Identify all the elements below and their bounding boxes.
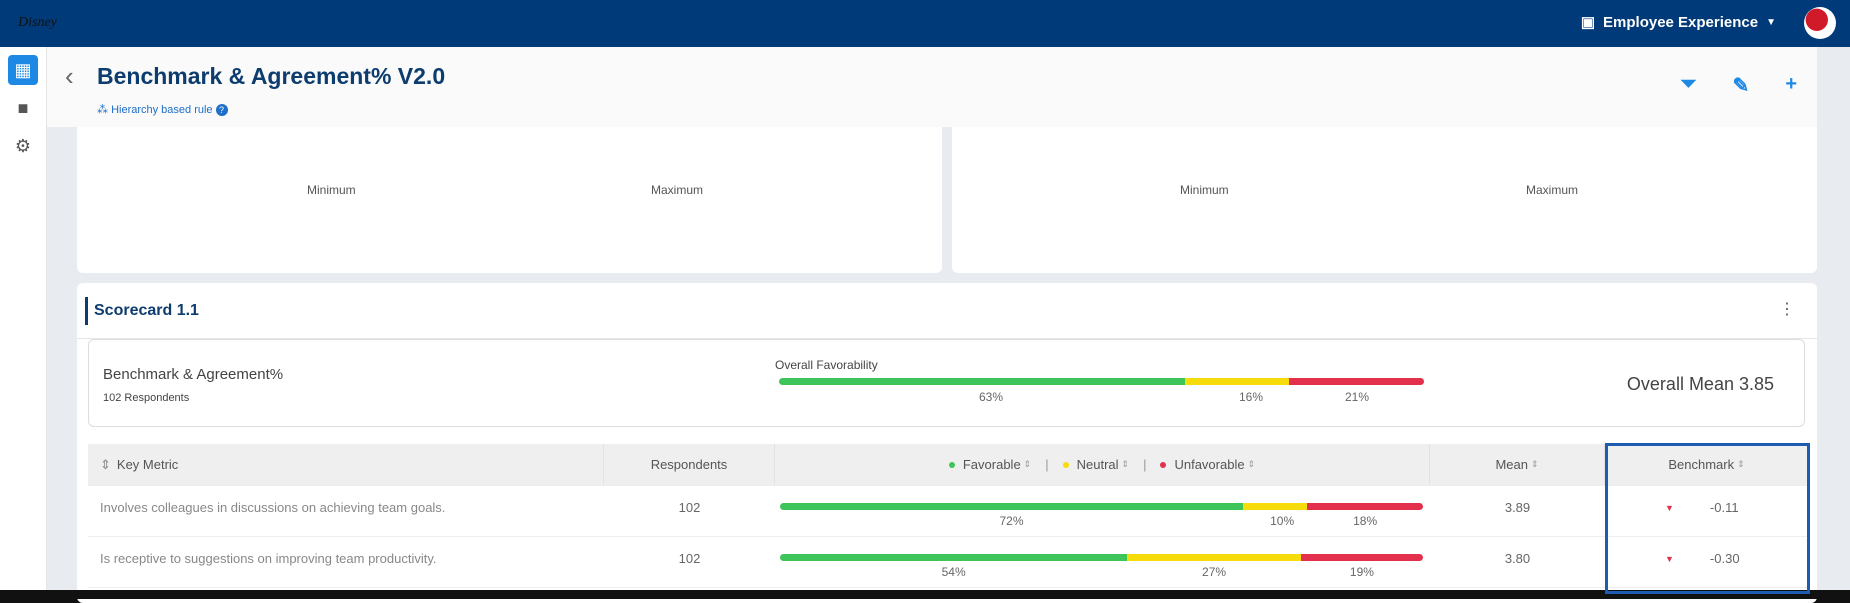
gear-icon[interactable]: ⚙ — [8, 131, 38, 161]
favorable-segment — [780, 554, 1128, 561]
neutral-percent: 16% — [1239, 390, 1264, 404]
sort-icon[interactable]: ⇕ — [1122, 459, 1130, 470]
caret-down-icon: ▼ — [1766, 16, 1776, 28]
filter-icon[interactable]: ⏷ — [1681, 73, 1697, 98]
neutral-percent: 10% — [1270, 514, 1295, 528]
sort-icon: ⇕ — [1530, 459, 1539, 469]
widget-card-2: Minimum Maximum — [952, 107, 1817, 273]
folder-icon[interactable]: ■ — [8, 93, 38, 123]
neutral-segment — [1242, 503, 1308, 510]
minimum-label: Minimum — [307, 183, 356, 197]
unfavorable-percent: 21% — [1345, 390, 1370, 404]
overall-favorability-bar — [779, 378, 1424, 385]
overall-mean: Overall Mean 3.85 — [1626, 374, 1774, 394]
respondents-value: 102 — [678, 500, 701, 515]
table-row: Is receptive to suggestions on improving… — [88, 537, 1808, 588]
summary-box: Benchmark & Agreement% 102 Respondents O… — [88, 339, 1805, 427]
favorable-dot — [948, 461, 955, 468]
sort-favorable[interactable]: Favorable — [963, 457, 1021, 472]
mean-value: 3.89 — [1504, 500, 1531, 515]
more-vertical-icon[interactable]: ⋮ — [1779, 299, 1795, 319]
sidebar: ▦ ■ ⚙ — [0, 47, 47, 590]
unfavorable-segment — [1300, 554, 1423, 561]
briefcase-icon: ▣ — [1580, 14, 1596, 31]
maximum-label: Maximum — [651, 183, 704, 197]
app-name: Employee Experience — [1603, 13, 1759, 31]
neutral-segment — [1127, 554, 1301, 561]
sort-icon[interactable]: ⇕ — [1248, 459, 1256, 470]
favorable-percent: 54% — [941, 565, 966, 579]
unfavorable-percent: 18% — [1353, 514, 1378, 528]
favorable-segment — [780, 503, 1243, 510]
sort-unfavorable[interactable]: Unfavorable — [1174, 457, 1244, 472]
favorable-segment — [779, 378, 1186, 385]
minimum-label: Minimum — [1180, 183, 1229, 197]
scorecard-title: Scorecard 1.1 — [85, 297, 199, 325]
summary-name: Benchmark & Agreement% — [103, 366, 284, 383]
column-key-metric[interactable]: ⇕ Key Metric — [88, 444, 604, 485]
neutral-segment — [1185, 378, 1289, 385]
hierarchy-icon: ⁂ — [97, 104, 112, 116]
column-respondents: Respondents — [604, 444, 775, 485]
scrollbar[interactable] — [1817, 47, 1850, 590]
sort-icon: ⇕ — [100, 456, 111, 472]
table-header: ⇕ Key Metric Respondents Favorable ⇕ | Neut… — [88, 444, 1808, 486]
metric-name: Is receptive to suggestions on improving… — [100, 551, 437, 566]
page-header: ‹ Benchmark & Agreement% V2.0 ⁂ Hierarch… — [47, 47, 1817, 127]
unfavorable-dot — [1160, 461, 1167, 468]
summary-respondents: 102 Respondents — [103, 392, 190, 404]
dashboard-icon[interactable]: ▦ — [8, 55, 38, 85]
column-mean[interactable]: Mean ⇕ — [1430, 444, 1605, 485]
benchmark-highlight-box — [1605, 443, 1810, 594]
page-title: Benchmark & Agreement% V2.0 — [97, 63, 446, 89]
edit-pencil-icon[interactable]: ✎ — [1733, 73, 1750, 98]
mean-value: 3.80 — [1504, 551, 1531, 566]
disney-logo: Disney — [18, 15, 57, 30]
favorability-bar — [780, 503, 1423, 510]
help-icon[interactable]: ? — [215, 104, 228, 116]
back-chevron-icon[interactable]: ‹ — [65, 61, 74, 92]
sort-icon[interactable]: ⇕ — [1024, 459, 1032, 470]
unfavorable-segment — [1307, 503, 1423, 510]
metric-name: Involves colleagues in discussions on ac… — [100, 500, 446, 515]
main-content: ‹ Benchmark & Agreement% V2.0 ⁂ Hierarch… — [47, 47, 1817, 603]
favorability-bar — [780, 554, 1423, 561]
unfavorable-segment — [1288, 378, 1424, 385]
scorecard-card: Scorecard 1.1 ⋮ Benchmark & Agreement% 1… — [77, 283, 1817, 603]
respondents-value: 102 — [678, 551, 701, 566]
bottom-edge — [0, 590, 1850, 599]
app-switcher[interactable]: ▣ Employee Experience ▼ — [1580, 13, 1776, 32]
neutral-dot — [1062, 461, 1069, 468]
maximum-label: Maximum — [1526, 183, 1579, 197]
column-favorability: Favorable ⇕ | Neutral ⇕ | Unfavorable ⇕ — [775, 444, 1430, 485]
favorable-percent: 72% — [999, 514, 1024, 528]
table-row: Involves colleagues in discussions on ac… — [88, 486, 1808, 537]
neutral-percent: 27% — [1202, 565, 1227, 579]
unfavorable-percent: 19% — [1349, 565, 1374, 579]
overall-favorability-label: Overall Favorability — [775, 358, 878, 372]
hierarchy-rule-link[interactable]: ⁂ Hierarchy based rule? — [97, 103, 228, 116]
avatar[interactable] — [1804, 7, 1836, 39]
add-plus-icon[interactable]: + — [1785, 73, 1797, 98]
sort-neutral[interactable]: Neutral — [1077, 457, 1119, 472]
top-bar: Disney ▣ Employee Experience ▼ — [0, 0, 1850, 47]
favorable-percent: 63% — [979, 390, 1004, 404]
widget-card-1: Minimum Maximum — [77, 107, 942, 273]
